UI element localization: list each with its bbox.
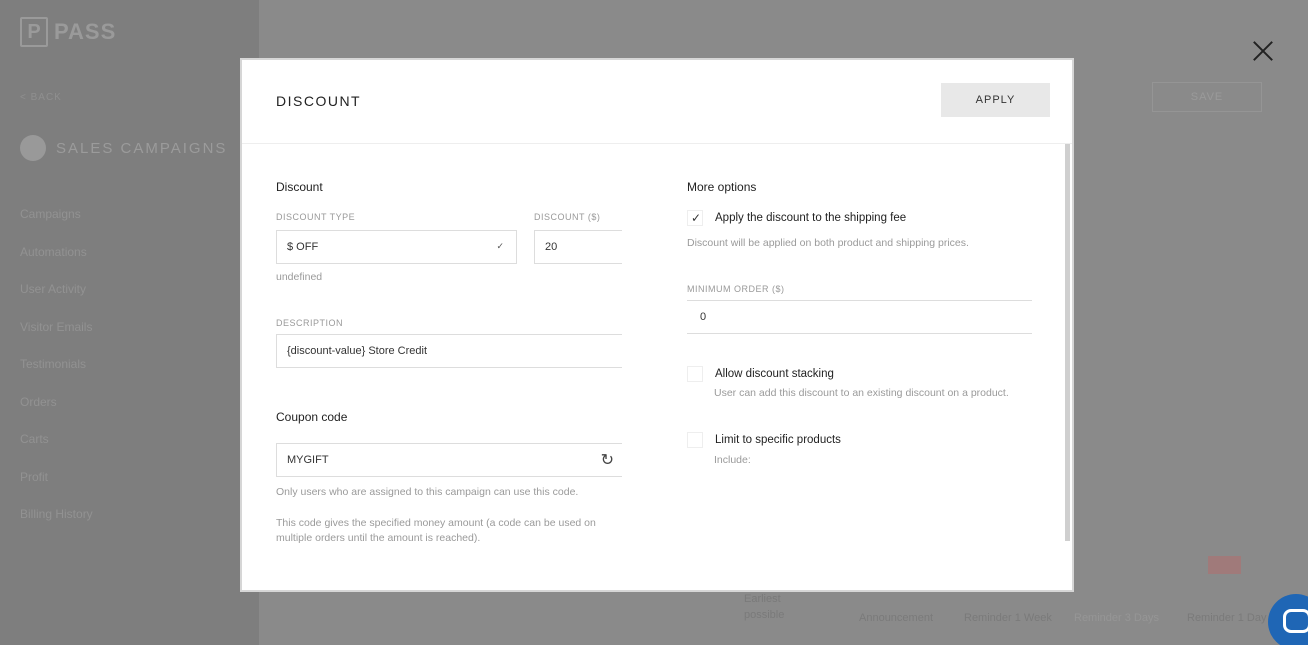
discount-modal: DISCOUNT APPLY Discount DISCOUNT TYPE $ … bbox=[240, 58, 1074, 592]
timeline-label-announcement: Announcement bbox=[859, 612, 933, 624]
sidebar-item-carts[interactable]: Carts bbox=[20, 430, 93, 468]
discount-type-select[interactable]: $ OFF ✓ bbox=[276, 230, 517, 264]
section-header: SALES CAMPAIGNS bbox=[20, 135, 227, 161]
modal-title: DISCOUNT bbox=[276, 93, 362, 109]
sidebar: P PASS < BACK SALES CAMPAIGNS Campaigns … bbox=[0, 0, 259, 645]
sidebar-item-automations[interactable]: Automations bbox=[20, 243, 93, 281]
logo-icon: P bbox=[20, 17, 48, 47]
logo: P PASS bbox=[20, 17, 116, 47]
min-order-input[interactable]: 0 bbox=[687, 300, 1032, 334]
shipping-help: Discount will be applied on both product… bbox=[687, 237, 969, 249]
limit-checkbox[interactable] bbox=[687, 432, 703, 448]
sidebar-item-profit[interactable]: Profit bbox=[20, 468, 93, 506]
coupon-help-assigned: Only users who are assigned to this camp… bbox=[276, 486, 579, 498]
modal-scrollbar[interactable] bbox=[1065, 144, 1070, 541]
tag-icon bbox=[20, 135, 46, 161]
sidebar-item-user-activity[interactable]: User Activity bbox=[20, 280, 93, 318]
chat-icon bbox=[1283, 609, 1308, 633]
shipping-option: ✓ Apply the discount to the shipping fee bbox=[687, 210, 906, 226]
stacking-label: Allow discount stacking bbox=[715, 368, 834, 380]
sidebar-item-billing-history[interactable]: Billing History bbox=[20, 505, 93, 543]
timeline-label-1-day: Reminder 1 Day bbox=[1187, 612, 1267, 624]
undefined-text: undefined bbox=[276, 271, 323, 283]
timeline-marker bbox=[1208, 556, 1241, 574]
limit-option: Limit to specific products bbox=[687, 432, 841, 448]
coupon-code-input[interactable]: MYGIFT ↻ bbox=[276, 443, 622, 477]
min-order-label: MINIMUM ORDER ($) bbox=[687, 284, 785, 294]
limit-help: Include: bbox=[714, 454, 751, 466]
shipping-label: Apply the discount to the shipping fee bbox=[715, 212, 907, 224]
apply-button[interactable]: APPLY bbox=[941, 83, 1050, 117]
back-link[interactable]: < BACK bbox=[20, 92, 62, 103]
sidebar-item-orders[interactable]: Orders bbox=[20, 393, 93, 431]
more-options-title: More options bbox=[687, 180, 757, 194]
description-input[interactable]: {discount-value} Store Credit bbox=[276, 334, 622, 368]
timeline-earliest-line1: Earliest bbox=[744, 593, 781, 605]
timeline-earliest-line2: possible bbox=[744, 609, 785, 621]
timeline-label-3-days: Reminder 3 Days bbox=[1074, 612, 1159, 624]
discount-amount-label: DISCOUNT ($) bbox=[534, 212, 601, 222]
discount-amount-input[interactable]: 20 bbox=[534, 230, 622, 264]
coupon-section-title: Coupon code bbox=[276, 410, 348, 424]
sidebar-item-testimonials[interactable]: Testimonials bbox=[20, 355, 93, 393]
timeline-label-1-week: Reminder 1 Week bbox=[964, 612, 1052, 624]
refresh-icon[interactable]: ↻ bbox=[601, 450, 614, 470]
section-title: SALES CAMPAIGNS bbox=[56, 139, 228, 157]
sidebar-item-campaigns[interactable]: Campaigns bbox=[20, 205, 93, 243]
limit-label: Limit to specific products bbox=[715, 434, 841, 446]
modal-header: DISCOUNT APPLY bbox=[242, 60, 1072, 144]
more-options-column: More options ✓ Apply the discount to the… bbox=[687, 180, 1033, 466]
stacking-option: Allow discount stacking bbox=[687, 366, 834, 382]
chevron-down-icon: ✓ bbox=[496, 241, 504, 251]
check-icon: ✓ bbox=[691, 211, 702, 225]
discount-type-value: $ OFF bbox=[287, 241, 319, 253]
close-icon[interactable] bbox=[1252, 40, 1274, 62]
coupon-help-amount: This code gives the specified money amou… bbox=[276, 517, 596, 544]
discount-section-title: Discount bbox=[276, 180, 323, 194]
coupon-code-value: MYGIFT bbox=[287, 454, 329, 466]
discount-column: Discount DISCOUNT TYPE $ OFF ✓ DISCOUNT … bbox=[276, 180, 622, 544]
logo-text: PASS bbox=[54, 19, 117, 44]
shipping-checkbox[interactable]: ✓ bbox=[687, 210, 703, 226]
stacking-checkbox[interactable] bbox=[687, 366, 703, 382]
sidebar-item-visitor-emails[interactable]: Visitor Emails bbox=[20, 318, 93, 356]
description-label: DESCRIPTION bbox=[276, 318, 344, 328]
save-button[interactable]: SAVE bbox=[1152, 82, 1262, 112]
sidebar-nav: Campaigns Automations User Activity Visi… bbox=[20, 205, 93, 543]
stacking-help: User can add this discount to an existin… bbox=[714, 387, 1009, 399]
discount-type-label: DISCOUNT TYPE bbox=[276, 212, 356, 222]
